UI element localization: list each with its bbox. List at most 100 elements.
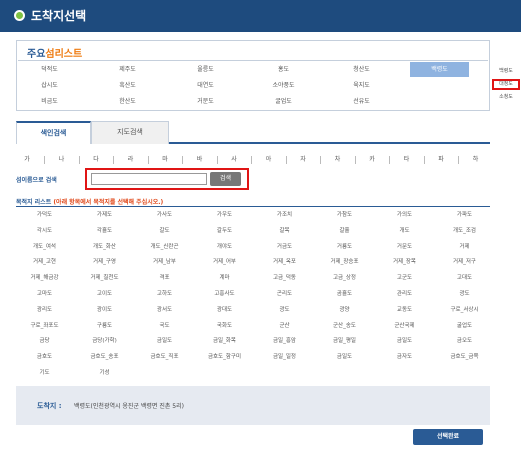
destination-list-item[interactable]: 고이도 bbox=[72, 288, 137, 300]
popup-island-item[interactable]: 백령도 bbox=[492, 66, 520, 77]
destination-list-item[interactable]: 고대도 bbox=[432, 272, 490, 284]
major-island-item[interactable]: 한산도 bbox=[98, 94, 157, 109]
destination-list-item[interactable]: 거제_저구 bbox=[432, 256, 490, 268]
consonant-item[interactable]: 바 bbox=[187, 155, 213, 165]
destination-list-item[interactable]: 거금도 bbox=[252, 241, 317, 253]
major-island-item[interactable]: 굴업도 bbox=[254, 94, 313, 109]
destination-list-item[interactable]: 금일_화목 bbox=[192, 335, 257, 347]
destination-list-item[interactable]: 고마도 bbox=[16, 288, 77, 300]
consonant-item[interactable]: 가 bbox=[14, 155, 40, 165]
destination-list-item[interactable]: 곰흘도 bbox=[312, 288, 377, 300]
popup-island-item[interactable]: 소청도 bbox=[492, 92, 520, 103]
destination-list-item[interactable]: 거제 bbox=[432, 241, 490, 253]
major-island-item[interactable]: 백령도 bbox=[410, 62, 469, 77]
destination-list-item[interactable]: 광양 bbox=[312, 304, 377, 316]
confirm-selection-button[interactable]: 선택완료 bbox=[413, 429, 483, 445]
destination-list-item[interactable]: 고하도 bbox=[132, 288, 197, 300]
major-island-item[interactable]: 삽시도 bbox=[20, 78, 79, 93]
destination-list-item[interactable]: 광서도 bbox=[132, 304, 197, 316]
consonant-item[interactable]: 나 bbox=[49, 155, 75, 165]
major-island-item[interactable]: 홍도 bbox=[254, 62, 313, 77]
destination-list-item[interactable]: 갈두도 bbox=[192, 225, 257, 237]
destination-list-item[interactable]: 개야도 bbox=[192, 241, 257, 253]
destination-list-item[interactable]: 갈흘 bbox=[312, 225, 377, 237]
major-island-item[interactable]: 거문도 bbox=[176, 94, 235, 109]
consonant-item[interactable]: 하 bbox=[463, 155, 489, 165]
destination-list-item[interactable]: 개도_여석 bbox=[16, 241, 77, 253]
destination-list-item[interactable]: 광리도 bbox=[16, 304, 77, 316]
destination-list-item[interactable]: 가의도 bbox=[372, 209, 437, 221]
destination-list-item[interactable]: 거제_남부 bbox=[132, 256, 197, 268]
destination-list-item[interactable]: 개도_화산 bbox=[72, 241, 137, 253]
destination-list-item[interactable]: 거제_구영 bbox=[72, 256, 137, 268]
destination-list-item[interactable]: 구룡도 bbox=[72, 320, 137, 332]
destination-list-item[interactable]: 금자도 bbox=[372, 351, 437, 363]
destination-list-item[interactable]: 국화도 bbox=[192, 320, 257, 332]
destination-list-item[interactable]: 가제도 bbox=[72, 209, 137, 221]
destination-list-item[interactable]: 금호도_함구미 bbox=[192, 351, 257, 363]
consonant-item[interactable]: 차 bbox=[325, 155, 351, 165]
destination-list-item[interactable]: 고흥사도 bbox=[192, 288, 257, 300]
destination-list-item[interactable]: 거제_장목 bbox=[372, 256, 437, 268]
destination-list-item[interactable]: 금일_일정 bbox=[252, 351, 317, 363]
destination-list-item[interactable]: 교동도 bbox=[372, 304, 437, 316]
consonant-item[interactable]: 다 bbox=[83, 155, 109, 165]
destination-list-item[interactable]: 금호도_금쪽 bbox=[432, 351, 490, 363]
destination-list-item[interactable]: 갈목 bbox=[252, 225, 317, 237]
destination-list-item[interactable]: 기도 bbox=[16, 367, 77, 375]
destination-list-item[interactable]: 구로_좌포도 bbox=[16, 320, 77, 332]
destination-list-item[interactable]: 곤리도 bbox=[252, 288, 317, 300]
destination-list-item[interactable]: 개도_신란곤 bbox=[132, 241, 197, 253]
destination-list-item[interactable]: 군산국제 bbox=[372, 320, 437, 332]
destination-list-item[interactable]: 금일도 bbox=[372, 335, 437, 347]
destination-list-item[interactable]: 금당(가학) bbox=[72, 335, 137, 347]
destination-list-item[interactable]: 고군도 bbox=[372, 272, 437, 284]
destination-list-item[interactable]: 가덕도 bbox=[16, 209, 77, 221]
consonant-item[interactable]: 파 bbox=[428, 155, 454, 165]
destination-list-item[interactable]: 금당 bbox=[16, 335, 77, 347]
destination-list-item[interactable]: 가우도 bbox=[192, 209, 257, 221]
destination-list-item[interactable]: 개도_조검 bbox=[432, 225, 490, 237]
destination-list-item[interactable]: 고금_덕동 bbox=[252, 272, 317, 284]
destination-list-item[interactable]: 개도 bbox=[372, 225, 437, 237]
consonant-item[interactable]: 마 bbox=[152, 155, 178, 165]
destination-list-item[interactable]: 거문도 bbox=[372, 241, 437, 253]
destination-list-item[interactable]: 격포 bbox=[132, 272, 197, 284]
destination-list-item[interactable]: 계마 bbox=[192, 272, 257, 284]
consonant-item[interactable]: 라 bbox=[118, 155, 144, 165]
destination-list-item[interactable]: 금호도_직포 bbox=[132, 351, 197, 363]
destination-list-item[interactable]: 각흘도 bbox=[72, 225, 137, 237]
island-name-input[interactable] bbox=[91, 173, 207, 185]
major-island-item[interactable]: 비금도 bbox=[20, 94, 79, 109]
destination-list-item[interactable]: 광이도 bbox=[72, 304, 137, 316]
destination-list-item[interactable]: 거제_해금강 bbox=[16, 272, 77, 284]
destination-list-item[interactable]: 금일도 bbox=[312, 351, 377, 363]
destination-list-item[interactable]: 각시도 bbox=[16, 225, 77, 237]
popup-island-item[interactable]: 대청도 bbox=[492, 79, 520, 90]
destination-list-item[interactable]: 군산 bbox=[252, 320, 317, 332]
destination-list-item[interactable]: 거제_칠천도 bbox=[72, 272, 137, 284]
major-island-item[interactable]: 울릉도 bbox=[176, 62, 235, 77]
major-island-item[interactable]: 제주도 bbox=[98, 62, 157, 77]
destination-list-item[interactable]: 굴업도 bbox=[432, 320, 490, 332]
destination-list-item[interactable]: 광도 bbox=[252, 304, 317, 316]
destination-list-item[interactable]: 가사도 bbox=[132, 209, 197, 221]
consonant-item[interactable]: 카 bbox=[359, 155, 385, 165]
destination-list-item[interactable]: 금호도 bbox=[16, 351, 77, 363]
destination-list-item[interactable]: 거제_어부 bbox=[192, 256, 257, 268]
destination-list-item[interactable]: 금일_평일 bbox=[312, 335, 377, 347]
consonant-item[interactable]: 타 bbox=[394, 155, 420, 165]
destination-list-item[interactable]: 거룡도 bbox=[312, 241, 377, 253]
destination-list-item[interactable]: 거제_장승포 bbox=[312, 256, 377, 268]
destination-list-item[interactable]: 군산_송도 bbox=[312, 320, 377, 332]
destination-list-item[interactable]: 갈도 bbox=[132, 225, 197, 237]
major-island-item[interactable]: 선유도 bbox=[332, 94, 391, 109]
destination-list-item[interactable]: 가조치 bbox=[252, 209, 317, 221]
destination-list-item[interactable]: 기성 bbox=[72, 367, 137, 375]
destination-list-item[interactable]: 금오도 bbox=[432, 335, 490, 347]
destination-list-item[interactable]: 구로_서상시 bbox=[432, 304, 490, 316]
destination-list-item[interactable]: 광대도 bbox=[192, 304, 257, 316]
consonant-item[interactable]: 아 bbox=[256, 155, 282, 165]
destination-list-item[interactable]: 광도 bbox=[432, 288, 490, 300]
destination-list-item[interactable]: 고금_상정 bbox=[312, 272, 377, 284]
